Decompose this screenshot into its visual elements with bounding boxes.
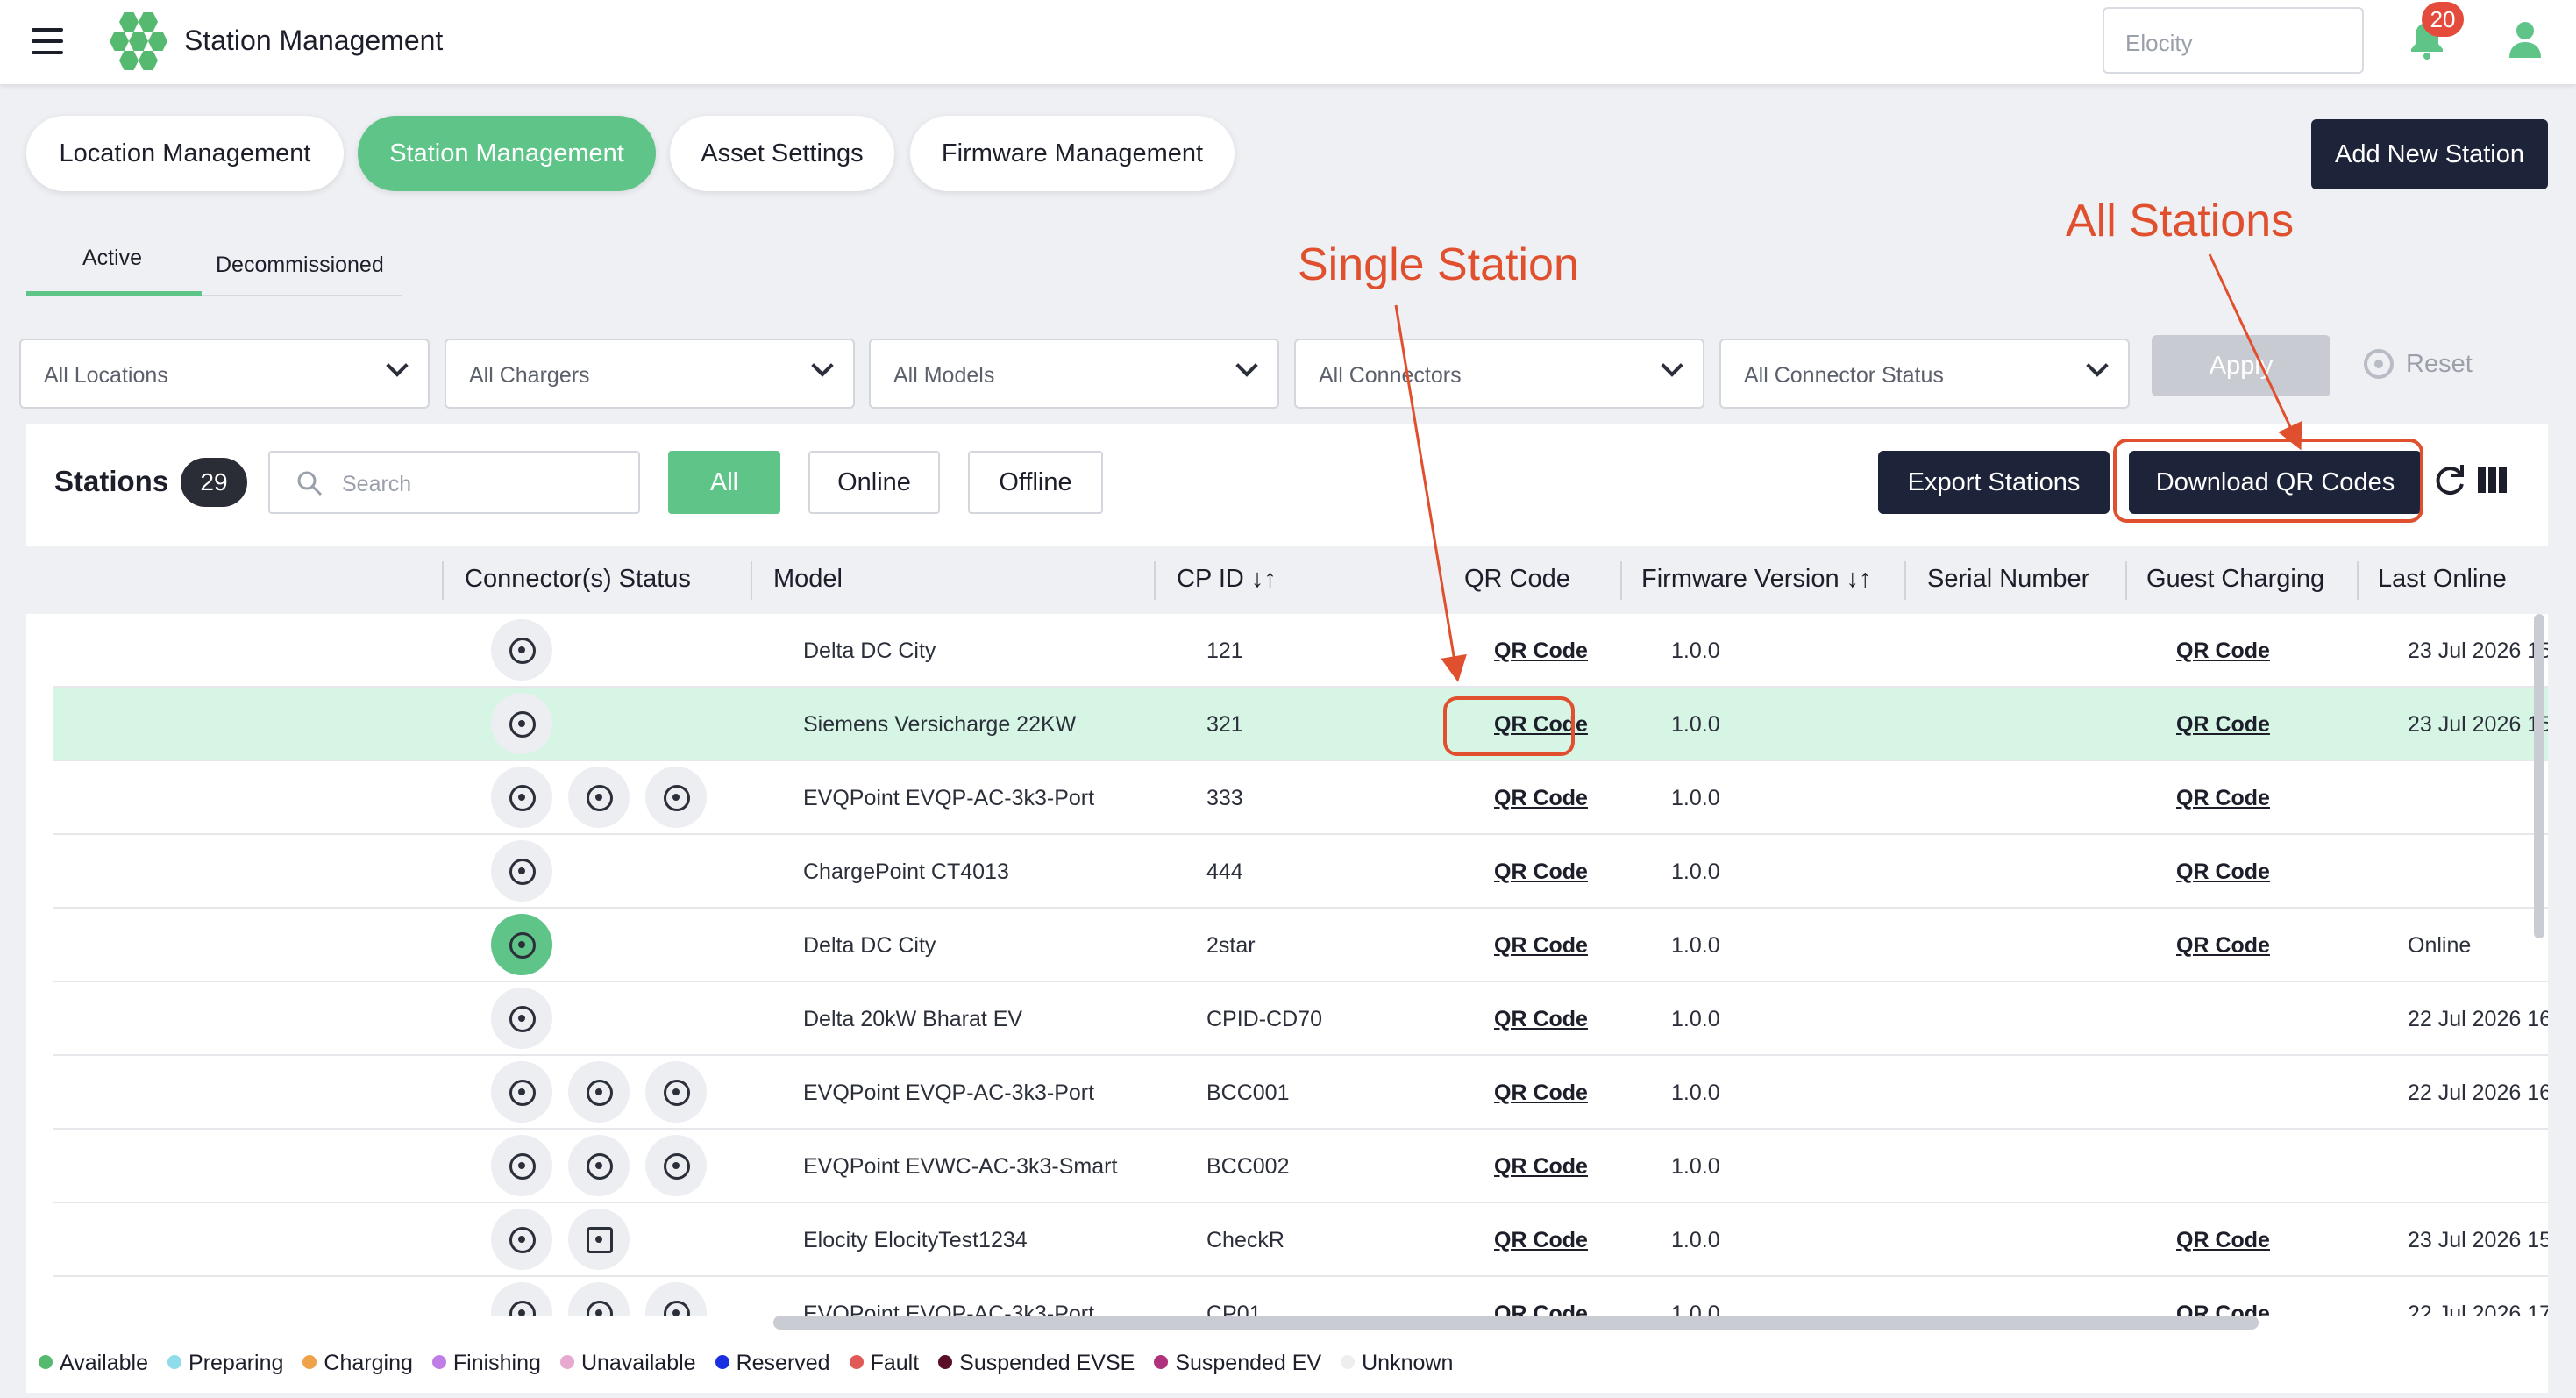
annotation-arrows xyxy=(1394,253,2302,682)
